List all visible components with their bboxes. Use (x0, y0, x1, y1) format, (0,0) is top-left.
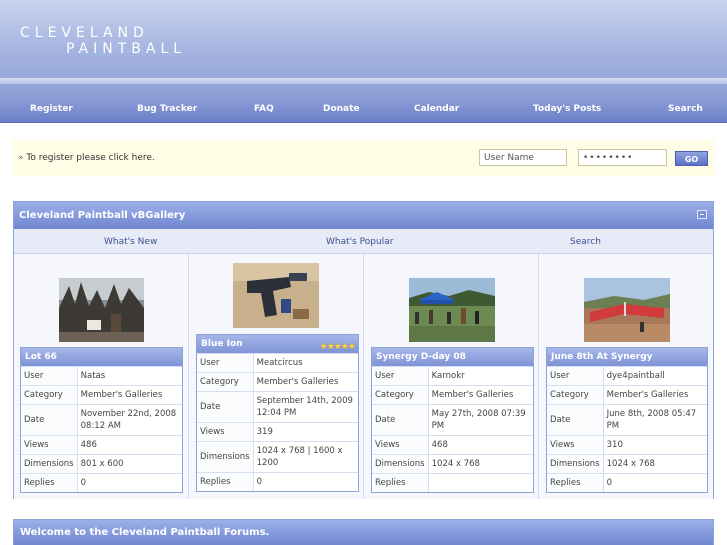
value-category[interactable]: Member's Galleries (428, 385, 533, 405)
nav-faq[interactable]: FAQ (254, 104, 274, 114)
value-category[interactable]: Member's Galleries (77, 385, 182, 405)
label-replies: Replies (372, 473, 429, 492)
value-user[interactable]: Karnokr (428, 366, 533, 386)
username-input[interactable]: User Name (479, 149, 567, 166)
label-views: Views (547, 435, 604, 455)
value-dimensions: 801 x 600 (77, 454, 182, 474)
item-title[interactable]: June 8th At Synergy (547, 348, 707, 366)
label-date: Date (21, 404, 78, 436)
gallery-item-3: Synergy D-day 08 User Karnokr Category Mem… (364, 254, 539, 499)
nav-donate[interactable]: Donate (323, 104, 360, 114)
value-user[interactable]: Meatcircus (253, 353, 358, 373)
value-dimensions: 1024 x 768 (603, 454, 707, 474)
info-card: Lot 66 User Natas Category Member's Galler… (20, 347, 183, 493)
item-title-row: Blue Ion ★★★★★ (197, 335, 358, 353)
info-card: Blue Ion ★★★★★ User Meatcircus Category Me… (196, 334, 359, 492)
thumbnail-blue-ion[interactable] (233, 263, 319, 328)
label-user: User (547, 366, 604, 386)
gallery-item-4: June 8th At Synergy User dye4paintball Ca… (539, 254, 713, 499)
label-dimensions: Dimensions (197, 441, 254, 473)
value-replies (428, 473, 533, 492)
gallery-header: Cleveland Paintball vBGallery (14, 202, 713, 229)
label-date: Date (372, 404, 429, 436)
label-category: Category (21, 385, 78, 405)
value-views: 486 (77, 435, 182, 455)
value-replies: 0 (253, 472, 358, 491)
gallery-item-2: Blue Ion ★★★★★ User Meatcircus Category Me… (189, 254, 364, 499)
logo-line-2[interactable]: PAINTBALL (66, 41, 186, 57)
label-user: User (372, 366, 429, 386)
info-card: Synergy D-day 08 User Karnokr Category Mem… (371, 347, 534, 493)
label-category: Category (547, 385, 604, 405)
nav-todays-posts[interactable]: Today's Posts (533, 104, 601, 114)
value-date: May 27th, 2008 07:39 PM (428, 404, 533, 436)
value-date: June 8th, 2008 05:47 PM (603, 404, 707, 436)
gallery-whats-popular[interactable]: What's Popular (326, 237, 393, 247)
label-date: Date (197, 391, 254, 423)
collapse-icon[interactable] (697, 210, 707, 219)
label-dimensions: Dimensions (21, 454, 78, 474)
value-replies: 0 (603, 473, 707, 492)
value-user[interactable]: Natas (77, 366, 182, 386)
label-replies: Replies (21, 473, 78, 492)
value-dimensions: 1024 x 768 | 1600 x 1200 (253, 441, 358, 473)
login-go-button[interactable]: GO (675, 151, 708, 166)
label-dimensions: Dimensions (547, 454, 604, 474)
value-date: September 14th, 2009 12:04 PM (253, 391, 358, 423)
label-user: User (197, 353, 254, 373)
password-input[interactable]: •••••••• (578, 149, 667, 166)
register-link[interactable]: To register please click here. (26, 153, 154, 163)
label-views: Views (21, 435, 78, 455)
register-bar: » To register please click here. User Na… (12, 140, 715, 176)
nav-register[interactable]: Register (30, 104, 73, 114)
label-views: Views (372, 435, 429, 455)
label-views: Views (197, 422, 254, 442)
label-category: Category (372, 385, 429, 405)
gallery-title[interactable]: Cleveland Paintball vBGallery (19, 210, 185, 221)
item-title[interactable]: Blue Ion (201, 339, 243, 349)
nav-bug-tracker[interactable]: Bug Tracker (137, 104, 197, 114)
value-views: 319 (253, 422, 358, 442)
info-card: June 8th At Synergy User dye4paintball Ca… (546, 347, 708, 493)
gallery-panel: Cleveland Paintball vBGallery What's New… (13, 201, 714, 499)
arrow-right-icon: » (18, 153, 24, 163)
value-date: November 22nd, 2008 08:12 AM (77, 404, 182, 436)
value-category[interactable]: Member's Galleries (253, 372, 358, 392)
item-title[interactable]: Lot 66 (21, 348, 182, 366)
gallery-item-1: Lot 66 User Natas Category Member's Galler… (14, 254, 189, 499)
nav-bar: Register Bug Tracker FAQ Donate Calendar… (0, 96, 727, 123)
welcome-title[interactable]: Welcome to the Cleveland Paintball Forum… (20, 527, 269, 538)
logo-line-1[interactable]: CLEVELAND (20, 25, 149, 41)
label-replies: Replies (547, 473, 604, 492)
label-replies: Replies (197, 472, 254, 491)
nav-calendar[interactable]: Calendar (414, 104, 459, 114)
label-user: User (21, 366, 78, 386)
value-views: 468 (428, 435, 533, 455)
value-replies: 0 (77, 473, 182, 492)
header-band (0, 78, 727, 84)
label-dimensions: Dimensions (372, 454, 429, 474)
gallery-search[interactable]: Search (570, 237, 601, 247)
value-user[interactable]: dye4paintball (603, 366, 707, 386)
gallery-subnav: What's New What's Popular Search (14, 229, 713, 254)
value-category[interactable]: Member's Galleries (603, 385, 707, 405)
thumbnail-june-8th[interactable] (584, 278, 670, 342)
label-category: Category (197, 372, 254, 392)
gallery-whats-new[interactable]: What's New (104, 237, 157, 247)
welcome-panel: Welcome to the Cleveland Paintball Forum… (13, 519, 714, 545)
value-views: 310 (603, 435, 707, 455)
site-header: CLEVELAND PAINTBALL (0, 0, 727, 96)
value-dimensions: 1024 x 768 (428, 454, 533, 474)
register-prompt[interactable]: » To register please click here. (18, 153, 155, 163)
item-title[interactable]: Synergy D-day 08 (372, 348, 533, 366)
thumbnail-lot-66[interactable] (59, 278, 144, 342)
label-date: Date (547, 404, 604, 436)
rating-stars-icon: ★★★★★ (319, 342, 356, 352)
thumbnail-synergy-d-day[interactable] (409, 278, 495, 342)
nav-search[interactable]: Search (668, 104, 703, 114)
